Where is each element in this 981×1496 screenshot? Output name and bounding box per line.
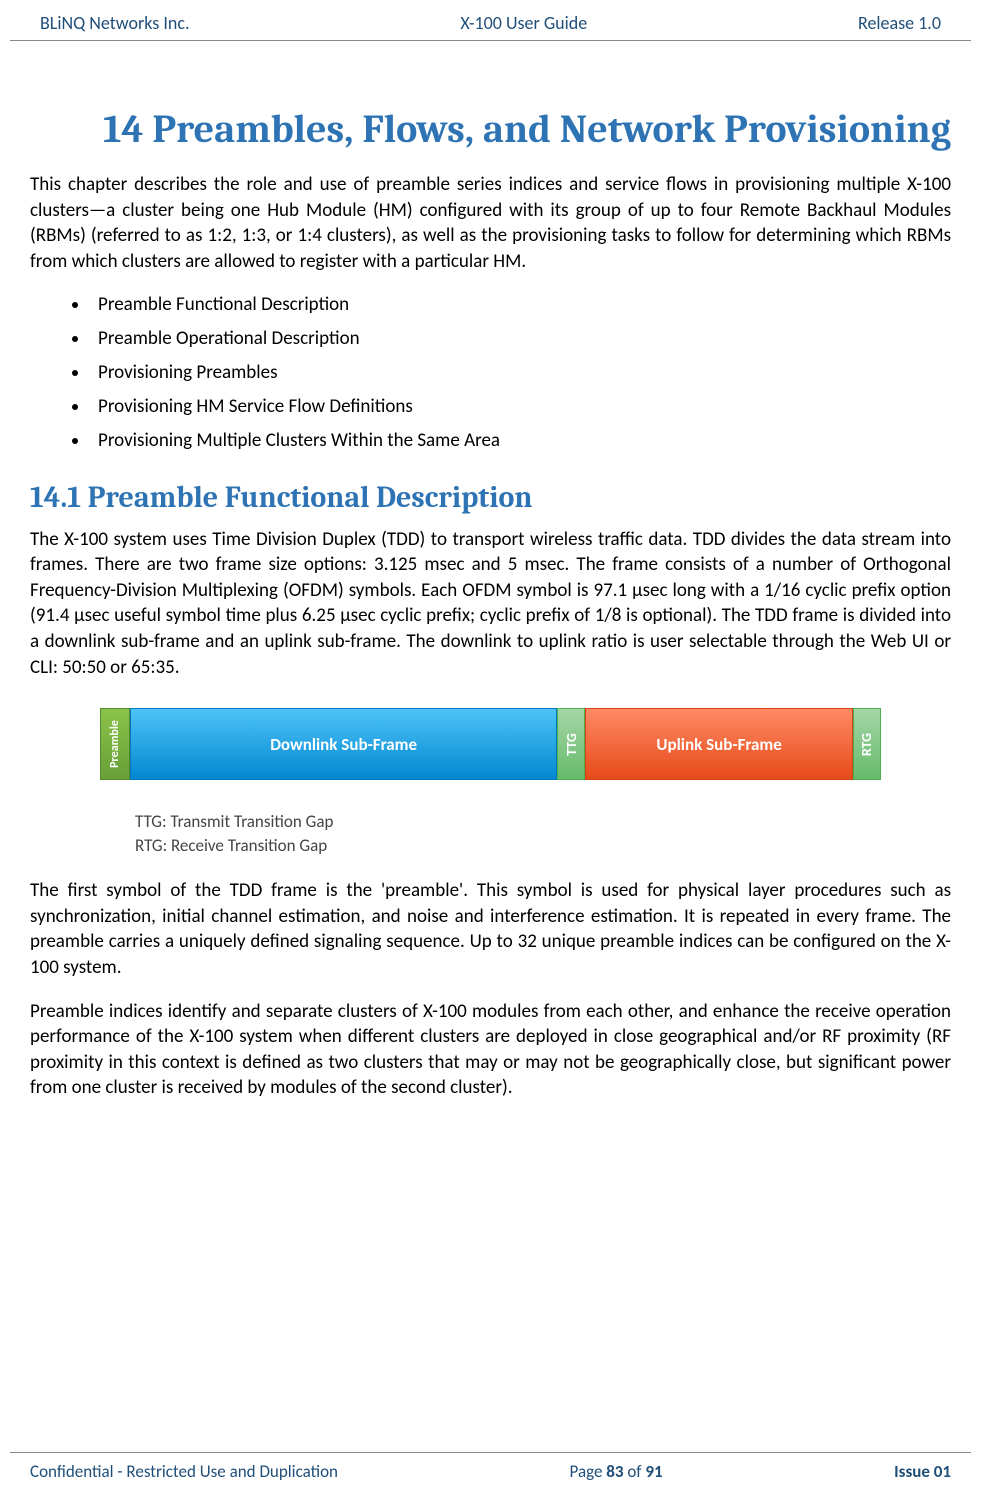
page-header: BLiNQ Networks Inc. X-100 User Guide Rel… bbox=[10, 0, 971, 41]
page-total: 91 bbox=[645, 1461, 662, 1482]
page-sep: of bbox=[624, 1461, 646, 1482]
footer-issue: Issue 01 bbox=[894, 1461, 951, 1482]
page-content: 14 Preambles, Flows, and Network Provisi… bbox=[0, 41, 981, 1101]
frame-blocks: Preamble Downlink Sub-Frame TTG Uplink S… bbox=[100, 708, 881, 780]
rtg-block: RTG bbox=[853, 708, 881, 780]
legend-ttg: TTG: Transmit Transition Gap bbox=[135, 810, 881, 834]
list-item: Preamble Operational Description bbox=[90, 327, 951, 350]
footer-page: Page 83 of 91 bbox=[570, 1461, 663, 1482]
ttg-block: TTG bbox=[557, 708, 585, 780]
list-item: Preamble Functional Description bbox=[90, 293, 951, 316]
preamble-label: Preamble bbox=[108, 721, 122, 769]
uplink-label: Uplink Sub-Frame bbox=[656, 734, 781, 755]
header-doc-title: X-100 User Guide bbox=[460, 12, 587, 34]
uplink-block: Uplink Sub-Frame bbox=[585, 708, 853, 780]
tdd-frame-diagram: Preamble Downlink Sub-Frame TTG Uplink S… bbox=[30, 698, 951, 878]
list-item: Provisioning Preambles bbox=[90, 361, 951, 384]
list-item: Provisioning Multiple Clusters Within th… bbox=[90, 429, 951, 452]
page-prefix: Page bbox=[570, 1461, 607, 1482]
downlink-block: Downlink Sub-Frame bbox=[130, 708, 557, 780]
section-paragraph-3: Preamble indices identify and separate c… bbox=[30, 999, 951, 1102]
list-item: Provisioning HM Service Flow Definitions bbox=[90, 395, 951, 418]
ttg-label: TTG bbox=[563, 733, 580, 756]
diagram-legend: TTG: Transmit Transition Gap RTG: Receiv… bbox=[100, 810, 881, 858]
section-paragraph-2: The first symbol of the TDD frame is the… bbox=[30, 878, 951, 981]
legend-rtg: RTG: Receive Transition Gap bbox=[135, 834, 881, 858]
downlink-label: Downlink Sub-Frame bbox=[270, 734, 417, 755]
page-footer: Confidential - Restricted Use and Duplic… bbox=[10, 1452, 971, 1496]
header-company: BLiNQ Networks Inc. bbox=[40, 12, 190, 34]
page-current: 83 bbox=[606, 1461, 623, 1482]
rtg-label: RTG bbox=[859, 733, 876, 756]
preamble-block: Preamble bbox=[100, 708, 130, 780]
topic-list: Preamble Functional Description Preamble… bbox=[30, 293, 951, 452]
chapter-title: 14 Preambles, Flows, and Network Provisi… bbox=[30, 106, 951, 152]
footer-confidential: Confidential - Restricted Use and Duplic… bbox=[30, 1461, 338, 1482]
section-heading: 14.1 Preamble Functional Description bbox=[30, 480, 951, 515]
intro-paragraph: This chapter describes the role and use … bbox=[30, 172, 951, 275]
section-paragraph-1: The X-100 system uses Time Division Dupl… bbox=[30, 527, 951, 681]
header-release: Release 1.0 bbox=[858, 12, 941, 34]
